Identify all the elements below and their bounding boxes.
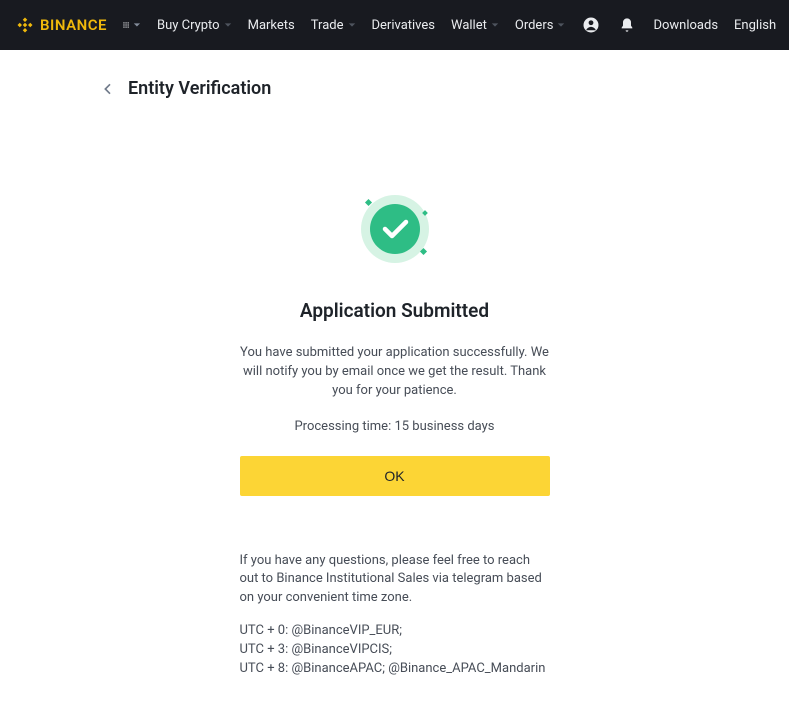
nav-downloads[interactable]: Downloads bbox=[653, 18, 718, 33]
processing-time: Processing time: 15 business days bbox=[240, 419, 550, 434]
content-description: You have submitted your application succ… bbox=[240, 344, 550, 401]
chevron-down-icon bbox=[491, 21, 499, 29]
ok-button[interactable]: OK bbox=[240, 456, 550, 496]
brand-logo[interactable]: BINANCE bbox=[16, 16, 107, 34]
user-icon bbox=[582, 16, 600, 34]
brand-name: BINANCE bbox=[40, 16, 107, 34]
nav-derivatives[interactable]: Derivatives bbox=[372, 18, 436, 33]
language-selector[interactable]: English bbox=[734, 18, 776, 33]
apps-menu[interactable] bbox=[123, 18, 141, 32]
back-button[interactable] bbox=[100, 81, 116, 97]
header-right: Downloads English USD bbox=[581, 15, 789, 35]
nav-trade[interactable]: Trade bbox=[311, 18, 356, 33]
timezone-line-8: UTC + 8: @BinanceAPAC; @Binance_APAC_Man… bbox=[240, 660, 550, 679]
binance-logo-icon bbox=[16, 16, 34, 34]
nav-label: Trade bbox=[311, 18, 344, 33]
success-graphic bbox=[355, 189, 435, 269]
contact-block: If you have any questions, please feel f… bbox=[240, 552, 550, 679]
page-title: Entity Verification bbox=[128, 78, 271, 99]
nav-buy-crypto[interactable]: Buy Crypto bbox=[157, 18, 232, 33]
nav-wallet[interactable]: Wallet bbox=[451, 18, 499, 33]
grid-icon bbox=[123, 18, 129, 32]
chevron-down-icon bbox=[224, 21, 232, 29]
check-circle-icon bbox=[355, 189, 435, 269]
bell-icon bbox=[619, 17, 635, 33]
breadcrumb: Entity Verification bbox=[0, 70, 789, 99]
nav-label: Orders bbox=[515, 18, 554, 33]
nav-orders[interactable]: Orders bbox=[515, 18, 566, 33]
contact-intro: If you have any questions, please feel f… bbox=[240, 552, 550, 609]
language-label: English bbox=[734, 18, 776, 33]
top-nav: BINANCE Buy Crypto Markets Trade Derivat… bbox=[0, 0, 789, 50]
nav-label: Derivatives bbox=[372, 18, 436, 33]
content-heading: Application Submitted bbox=[240, 299, 550, 322]
nav-label: Markets bbox=[248, 18, 295, 33]
main-content: Application Submitted You have submitted… bbox=[240, 189, 550, 496]
chevron-down-icon bbox=[348, 21, 356, 29]
notifications-button[interactable] bbox=[617, 15, 637, 35]
account-button[interactable] bbox=[581, 15, 601, 35]
nav-label: Wallet bbox=[451, 18, 487, 33]
chevron-down-icon bbox=[133, 21, 141, 29]
page-body: Entity Verification Application Submitte… bbox=[0, 50, 789, 719]
chevron-down-icon bbox=[557, 21, 565, 29]
nav-label: Buy Crypto bbox=[157, 18, 220, 33]
nav-label: Downloads bbox=[653, 18, 718, 33]
timezone-line-0: UTC + 0: @BinanceVIP_EUR; bbox=[240, 622, 550, 641]
timezone-line-3: UTC + 3: @BinanceVIPCIS; bbox=[240, 641, 550, 660]
nav-markets[interactable]: Markets bbox=[248, 18, 295, 33]
